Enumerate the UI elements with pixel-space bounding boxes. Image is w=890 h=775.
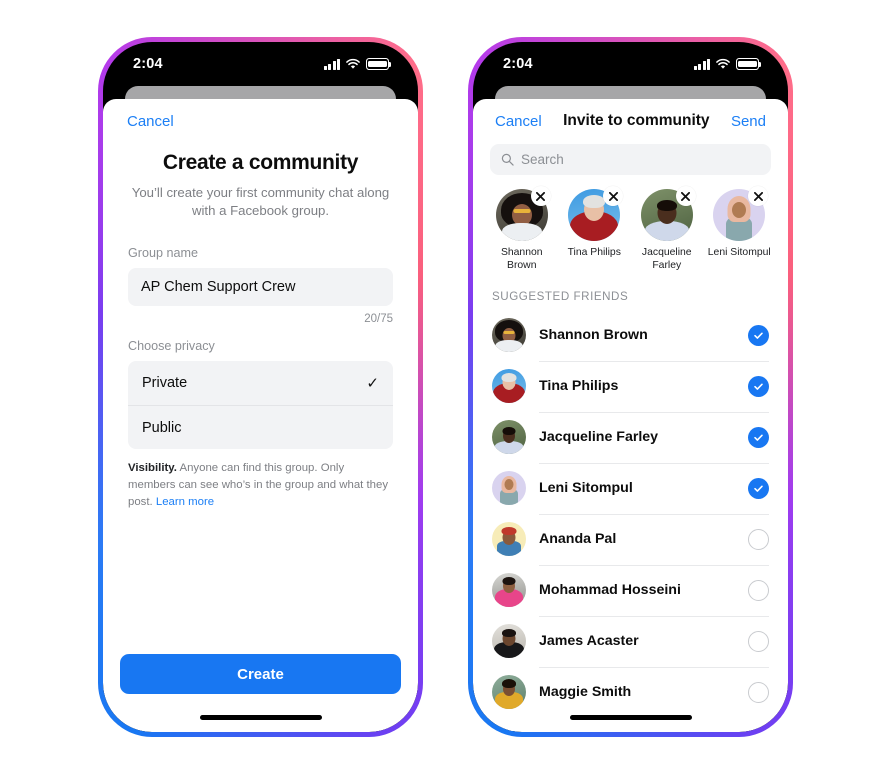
status-bar-icons <box>323 58 392 70</box>
list-item[interactable]: Maggie Smith <box>492 666 769 718</box>
privacy-option-public[interactable]: Public <box>128 405 393 449</box>
visibility-description: Visibility. Anyone can find this group. … <box>128 460 393 510</box>
page-title: Invite to community <box>563 112 710 129</box>
search-container: Search <box>473 130 788 175</box>
list-item[interactable]: Ananda Pal <box>492 513 769 565</box>
avatar <box>492 675 526 710</box>
selected-chip[interactable]: Shannon Brown <box>487 186 557 273</box>
avatar <box>492 522 526 557</box>
wifi-icon <box>716 58 730 69</box>
phone-mockup-right: 2:04 Cancel Invite to community Send Sea… <box>468 37 793 737</box>
learn-more-link[interactable]: Learn more <box>156 496 214 508</box>
list-item[interactable]: Mohammad Hosseini <box>492 564 769 616</box>
avatar <box>492 573 526 608</box>
privacy-option-private-label: Private <box>142 375 188 392</box>
cancel-button[interactable]: Cancel <box>103 99 174 130</box>
title-block: Create a community You’ll create your fi… <box>103 131 418 220</box>
create-community-sheet: Cancel Create a community You’ll create … <box>103 99 418 732</box>
invite-sheet: Cancel Invite to community Send Search S… <box>473 99 788 732</box>
group-name-label: Group name <box>128 246 199 261</box>
friend-name: Ananda Pal <box>539 531 617 548</box>
list-item[interactable]: James Acaster <box>492 615 769 667</box>
selection-checkbox-checked[interactable] <box>748 375 769 397</box>
avatar <box>492 318 526 353</box>
list-item[interactable]: Leni Sitompul <box>492 462 769 514</box>
battery-icon <box>736 58 762 70</box>
close-icon[interactable] <box>675 186 696 206</box>
create-button[interactable]: Create <box>120 654 401 694</box>
friend-name: James Acaster <box>539 633 639 650</box>
page-title: Create a community <box>162 151 359 174</box>
phone-screen-create-community: 2:04 Cancel Create a community You’ll cr… <box>103 42 418 732</box>
cancel-button[interactable]: Cancel <box>495 113 542 130</box>
status-bar-icons <box>693 58 762 70</box>
cellular-bars-icon <box>323 58 340 70</box>
checkmark-icon: ✓ <box>366 375 379 393</box>
choose-privacy-label: Choose privacy <box>128 339 215 354</box>
section-header-suggested-friends: Suggested friends <box>492 289 629 303</box>
chip-avatar-wrap <box>568 186 624 241</box>
status-bar-clock: 2:04 <box>133 56 163 72</box>
friend-name: Mohammad Hosseini <box>539 582 681 599</box>
send-button[interactable]: Send <box>731 113 766 130</box>
list-item[interactable]: Jacqueline Farley <box>492 411 769 463</box>
friend-name: Shannon Brown <box>539 327 648 344</box>
visibility-heading: Visibility. <box>128 462 177 475</box>
avatar <box>492 624 526 659</box>
close-icon[interactable] <box>748 186 769 206</box>
privacy-option-public-label: Public <box>142 419 182 436</box>
chip-label: Jacqueline Farley <box>641 247 692 271</box>
battery-icon <box>366 58 392 70</box>
selection-checkbox-unchecked[interactable] <box>748 630 769 652</box>
friend-name: Leni Sitompul <box>539 480 633 497</box>
list-item[interactable]: Shannon Brown <box>492 310 769 361</box>
friend-name: Maggie Smith <box>539 684 632 701</box>
avatar <box>492 471 526 506</box>
friend-name: Jacqueline Farley <box>539 429 659 446</box>
chip-avatar-wrap <box>640 186 696 241</box>
chip-avatar-wrap <box>713 186 769 241</box>
selection-checkbox-checked[interactable] <box>748 477 769 499</box>
wifi-icon <box>346 58 360 69</box>
close-icon[interactable] <box>530 186 551 206</box>
friend-name: Tina Philips <box>539 378 619 395</box>
selection-checkbox-checked[interactable] <box>748 426 769 448</box>
group-name-input[interactable]: AP Chem Support Crew <box>128 268 393 307</box>
home-indicator <box>199 715 322 720</box>
selection-checkbox-unchecked[interactable] <box>748 579 769 601</box>
status-bar-left: 2:04 <box>103 42 418 86</box>
selected-chip[interactable]: Jacqueline Farley <box>632 186 702 273</box>
selected-friends-chips: Shannon Brown Tina Philips Jacqueline Fa… <box>473 175 788 273</box>
navigation-bar: Cancel Invite to community Send <box>473 99 788 130</box>
cellular-bars-icon <box>693 58 710 70</box>
list-item[interactable]: Tina Philips <box>492 360 769 412</box>
create-community-form: Group name AP Chem Support Crew 20/75 Ch… <box>103 246 418 510</box>
chip-avatar-wrap <box>495 186 551 241</box>
character-counter: 20/75 <box>364 313 393 326</box>
home-indicator <box>569 715 692 720</box>
selected-chip[interactable]: Leni Sitompul <box>705 186 775 273</box>
selection-checkbox-unchecked[interactable] <box>748 528 769 550</box>
chip-label: Shannon Brown <box>500 247 543 271</box>
status-bar-clock: 2:04 <box>503 56 533 72</box>
phone-mockup-left: 2:04 Cancel Create a community You’ll cr… <box>98 37 423 737</box>
suggested-friends-list: Shannon Brown Tina Philips Jacqueline Fa… <box>473 310 788 718</box>
avatar <box>492 369 526 404</box>
status-bar-right: 2:04 <box>473 42 788 86</box>
close-icon[interactable] <box>603 186 624 206</box>
screenshot-stage: 2:04 Cancel Create a community You’ll cr… <box>0 0 890 775</box>
selection-checkbox-checked[interactable] <box>748 324 769 346</box>
search-placeholder: Search <box>521 152 564 167</box>
chip-label: Tina Philips <box>567 247 621 258</box>
phone-screen-invite-to-community: 2:04 Cancel Invite to community Send Sea… <box>473 42 788 732</box>
selection-checkbox-unchecked[interactable] <box>748 681 769 703</box>
search-icon <box>501 153 514 166</box>
selected-chip[interactable]: Tina Philips <box>560 186 630 273</box>
avatar <box>492 420 526 455</box>
page-subtitle: You’ll create your first community chat … <box>131 185 390 219</box>
search-input[interactable]: Search <box>490 144 771 175</box>
chip-label: Leni Sitompul <box>707 247 771 258</box>
privacy-options-group: Private ✓ Public <box>128 361 393 450</box>
privacy-option-private[interactable]: Private ✓ <box>128 361 393 405</box>
